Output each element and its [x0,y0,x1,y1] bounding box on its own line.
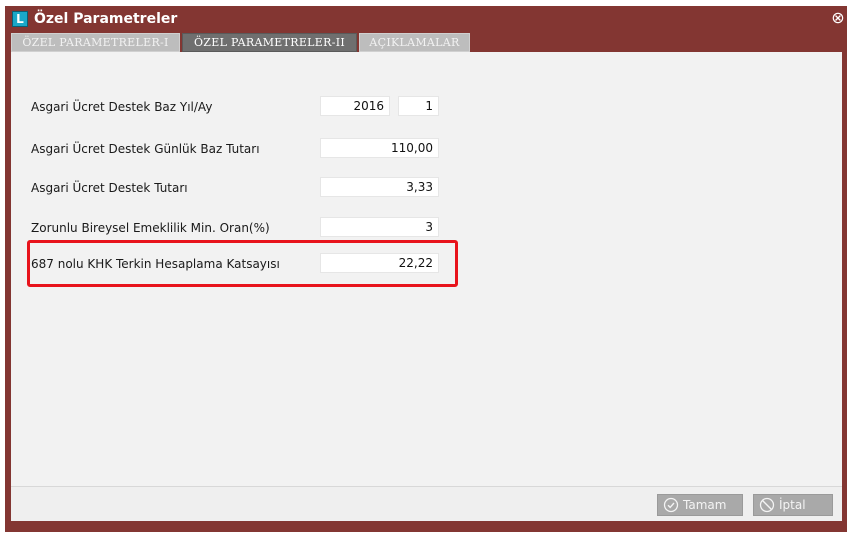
daily-base-amount-input[interactable]: 110,00 [320,138,439,158]
cancel-circle-icon [759,497,775,513]
tab-aciklamalar[interactable]: AÇIKLAMALAR [359,33,470,52]
highlight-box [27,240,458,287]
base-year-input[interactable]: 2016 [320,96,390,116]
cancel-button[interactable]: İptal [753,494,833,516]
daily-base-amount-label: Asgari Ücret Destek Günlük Baz Tutarı [31,142,260,156]
dialog-footer: Tamam İptal [11,486,842,521]
title-bar[interactable]: L Özel Parametreler ⊗ [5,6,847,32]
tab-ozel-parametreler-2[interactable]: ÖZEL PARAMETRELER-II [182,33,357,52]
tab-ozel-parametreler-1[interactable]: ÖZEL PARAMETRELER-I [11,33,180,52]
base-year-month-label: Asgari Ücret Destek Baz Yıl/Ay [31,100,213,114]
ok-button-label: Tamam [683,498,727,512]
support-amount-label: Asgari Ücret Destek Tutarı [31,181,188,195]
cancel-button-label: İptal [779,498,806,512]
app-logo-icon: L [12,11,28,27]
close-icon[interactable]: ⊗ [829,9,847,27]
pension-min-rate-label: Zorunlu Bireysel Emeklilik Min. Oran(%) [31,221,270,235]
pension-min-rate-input[interactable]: 3 [320,217,439,237]
support-amount-input[interactable]: 3,33 [320,177,439,197]
ok-button[interactable]: Tamam [657,494,743,516]
check-circle-icon [663,497,679,513]
window-title: Özel Parametreler [34,11,178,27]
base-month-input[interactable]: 1 [398,96,439,116]
